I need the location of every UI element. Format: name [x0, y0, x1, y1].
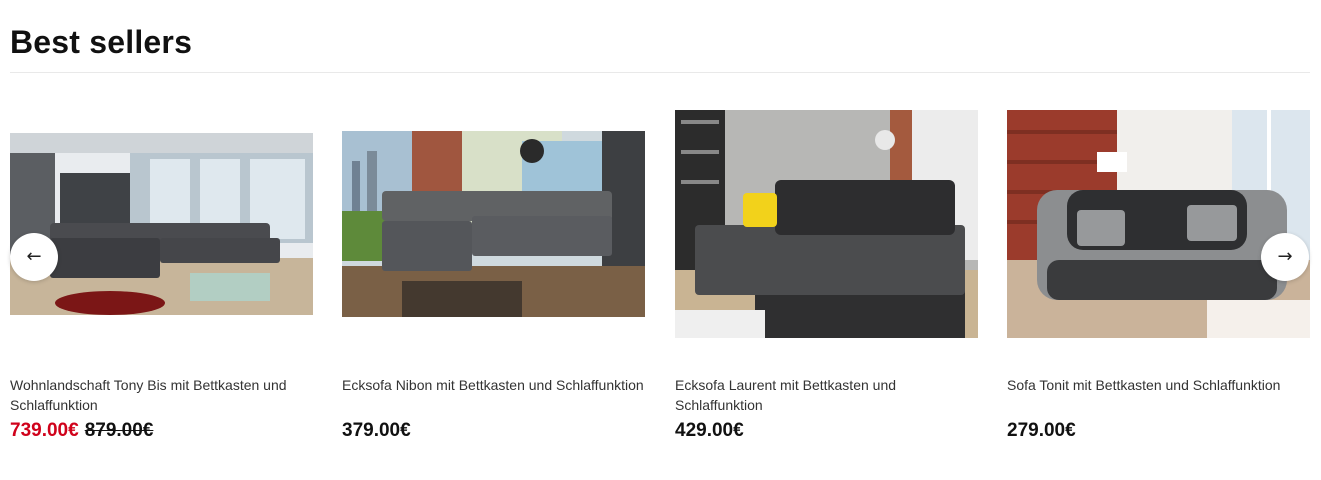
product-image[interactable]: [675, 110, 978, 338]
best-sellers-carousel: Wohnlandschaft Tony Bis mit Bettkasten u…: [0, 0, 1321, 480]
carousel-next-button[interactable]: →: [1261, 233, 1309, 281]
product-card[interactable]: Ecksofa Nibon mit Bettkasten und Schlaff…: [342, 100, 645, 460]
price: 279.00€: [1007, 420, 1076, 441]
product-card[interactable]: Wohnlandschaft Tony Bis mit Bettkasten u…: [10, 100, 313, 460]
sale-price: 739.00€: [10, 420, 79, 441]
price-row: 429.00€: [675, 420, 744, 442]
product-name[interactable]: Ecksofa Laurent mit Bettkasten und Schla…: [675, 375, 978, 415]
price-row: 379.00€: [342, 420, 411, 442]
product-card[interactable]: Sofa Tonit mit Bettkasten und Schlaffunk…: [1007, 100, 1310, 460]
price-row: 739.00€ 879.00€: [10, 420, 153, 442]
product-image[interactable]: [10, 133, 313, 315]
price: 379.00€: [342, 420, 411, 441]
price: 429.00€: [675, 420, 744, 441]
product-name[interactable]: Wohnlandschaft Tony Bis mit Bettkasten u…: [10, 375, 313, 415]
carousel-prev-button[interactable]: ←: [10, 233, 58, 281]
product-image[interactable]: [342, 131, 645, 317]
product-name[interactable]: Sofa Tonit mit Bettkasten und Schlaffunk…: [1007, 375, 1310, 395]
old-price: 879.00€: [84, 420, 154, 441]
price-row: 279.00€: [1007, 420, 1076, 442]
product-image[interactable]: [1007, 110, 1310, 338]
arrow-right-icon: →: [1277, 246, 1293, 267]
product-name[interactable]: Ecksofa Nibon mit Bettkasten und Schlaff…: [342, 375, 645, 395]
product-card[interactable]: Ecksofa Laurent mit Bettkasten und Schla…: [675, 100, 978, 460]
arrow-left-icon: ←: [26, 246, 42, 267]
